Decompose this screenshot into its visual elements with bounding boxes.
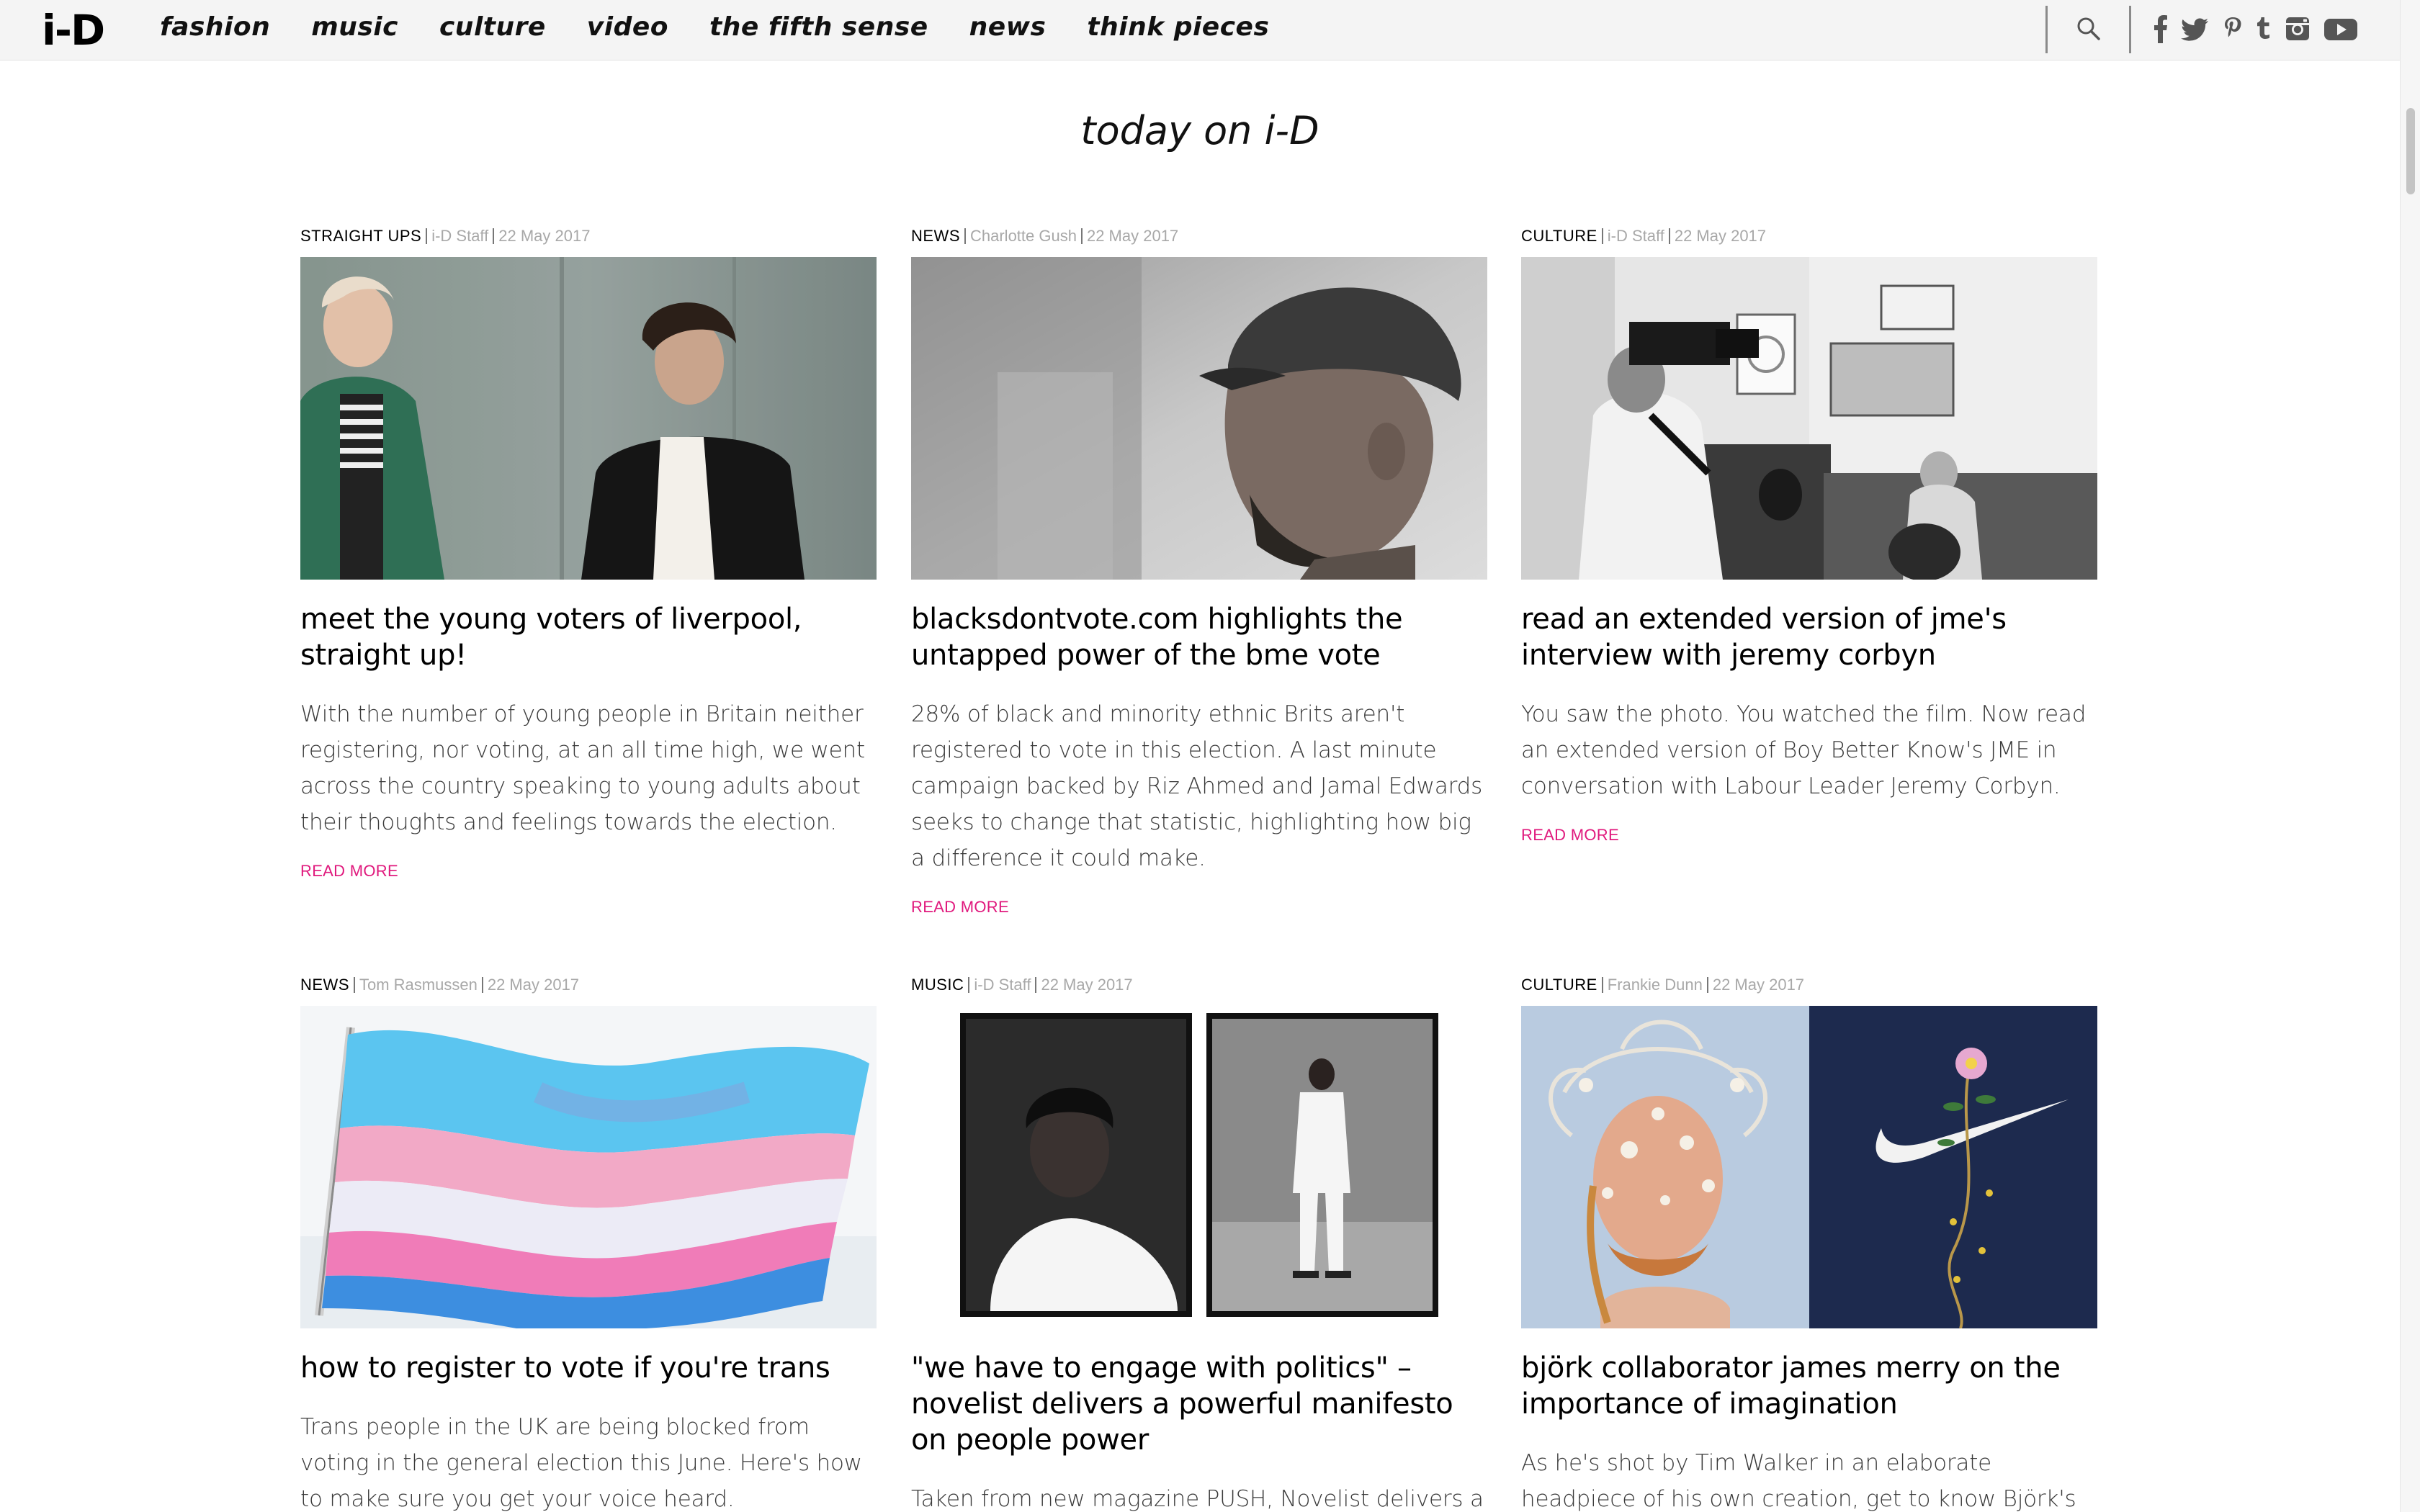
nav-item-think-pieces[interactable]: think pieces — [1087, 10, 1269, 45]
social-links — [2154, 13, 2371, 45]
main-nav: fashion music culture video the fifth se… — [160, 10, 1310, 45]
article-date: 22 May 2017 — [1041, 976, 1133, 994]
article-excerpt: Taken from new magazine PUSH, Novelist d… — [911, 1486, 1484, 1512]
article-card: STRAIGHT UPS i-D Staff 22 May 2017 meet … — [300, 225, 877, 881]
search-button[interactable] — [2074, 14, 2103, 43]
article-excerpt: Trans people in the UK are being blocked… — [300, 1414, 862, 1512]
nav-divider — [2045, 6, 2048, 53]
top-navigation-bar: i-D fashion music culture video the fift… — [0, 0, 2400, 60]
tumblr-icon[interactable] — [2256, 13, 2272, 45]
article-headline[interactable]: blacksdontvote.com highlights the untapp… — [911, 601, 1487, 673]
pinterest-icon[interactable] — [2223, 13, 2243, 45]
read-more-link[interactable]: READ MORE — [300, 862, 398, 881]
article-excerpt: You saw the photo. You watched the film.… — [1521, 701, 2087, 799]
article-card: NEWS Tom Rasmussen 22 May 2017 how to re… — [300, 974, 877, 1512]
meta-separator — [426, 228, 428, 244]
twitter-icon[interactable] — [2181, 13, 2210, 45]
article-image[interactable] — [300, 257, 877, 580]
article-category[interactable]: STRAIGHT UPS — [300, 227, 421, 246]
read-more-link[interactable]: READ MORE — [1521, 826, 1619, 845]
meta-separator — [1035, 977, 1037, 993]
article-date: 22 May 2017 — [1674, 227, 1767, 245]
meta-separator — [493, 228, 495, 244]
article-meta: CULTURE Frankie Dunn 22 May 2017 — [1521, 974, 2097, 996]
article-author[interactable]: Tom Rasmussen — [359, 976, 478, 994]
read-more-link[interactable]: READ MORE — [911, 898, 1009, 917]
article-image[interactable] — [911, 1006, 1487, 1328]
article-card: CULTURE i-D Staff 22 May 2017 read an ex… — [1521, 225, 2097, 845]
article-category[interactable]: MUSIC — [911, 976, 964, 994]
article-card: CULTURE Frankie Dunn 22 May 2017 björk c… — [1521, 974, 2097, 1512]
article-excerpt: 28% of black and minority ethnic Brits a… — [911, 701, 1483, 871]
nav-item-culture[interactable]: culture — [439, 10, 546, 45]
youtube-icon[interactable] — [2323, 13, 2358, 45]
article-date: 22 May 2017 — [498, 227, 591, 245]
nav-divider — [2129, 6, 2131, 53]
instagram-icon[interactable] — [2285, 13, 2311, 45]
article-headline[interactable]: "we have to engage with politics" – nove… — [911, 1350, 1487, 1458]
article-excerpt: As he's shot by Tim Walker in an elabora… — [1521, 1450, 2076, 1512]
article-author[interactable]: i-D Staff — [1608, 227, 1664, 246]
article-category[interactable]: CULTURE — [1521, 227, 1597, 246]
article-meta: CULTURE i-D Staff 22 May 2017 — [1521, 225, 2097, 247]
photo-headpiece-and-sculpture — [1521, 1006, 2097, 1328]
article-date: 22 May 2017 — [1086, 227, 1179, 245]
facebook-icon[interactable] — [2154, 13, 2168, 45]
article-meta: NEWS Tom Rasmussen 22 May 2017 — [300, 974, 877, 996]
article-headline[interactable]: how to register to vote if you're trans — [300, 1350, 877, 1386]
photo-two-young-voters — [300, 257, 877, 580]
article-author[interactable]: Frankie Dunn — [1608, 976, 1703, 994]
meta-separator — [354, 977, 355, 993]
nav-item-fashion[interactable]: fashion — [160, 10, 270, 45]
meta-separator — [1706, 977, 1708, 993]
article-image[interactable] — [1521, 257, 2097, 580]
meta-separator — [1601, 977, 1603, 993]
article-headline[interactable]: meet the young voters of liverpool, stra… — [300, 601, 877, 673]
photo-trans-pride-flag — [300, 1006, 877, 1328]
article-image[interactable] — [911, 257, 1487, 580]
article-category[interactable]: NEWS — [911, 227, 960, 246]
nav-item-news[interactable]: news — [969, 10, 1047, 45]
article-image[interactable] — [1521, 1006, 2097, 1328]
meta-separator — [1601, 228, 1603, 244]
photo-novelist-diptych — [911, 1006, 1487, 1328]
meta-separator — [1668, 228, 1670, 244]
article-category[interactable]: NEWS — [300, 976, 349, 994]
nav-item-video[interactable]: video — [587, 10, 668, 45]
article-meta: MUSIC i-D Staff 22 May 2017 — [911, 974, 1487, 996]
article-category[interactable]: CULTURE — [1521, 976, 1597, 994]
article-date: 22 May 2017 — [487, 976, 580, 994]
article-author[interactable]: i-D Staff — [431, 227, 488, 246]
article-card: MUSIC i-D Staff 22 May 2017 "we have to … — [911, 974, 1487, 1512]
meta-separator — [1080, 228, 1083, 244]
article-excerpt: With the number of young people in Brita… — [300, 701, 865, 835]
meta-separator — [968, 977, 970, 993]
article-author[interactable]: i-D Staff — [974, 976, 1031, 994]
article-card: NEWS Charlotte Gush 22 May 2017 blacksdo… — [911, 225, 1487, 917]
article-meta: NEWS Charlotte Gush 22 May 2017 — [911, 225, 1487, 247]
photo-man-in-cap — [911, 257, 1487, 580]
scrollbar-thumb[interactable] — [2406, 108, 2415, 194]
photo-film-crew-in-cafe — [1521, 257, 2097, 580]
meta-separator — [964, 228, 966, 244]
article-author[interactable]: Charlotte Gush — [970, 227, 1077, 246]
nav-item-the-fifth-sense[interactable]: the fifth sense — [709, 10, 928, 45]
meta-separator — [481, 977, 483, 993]
site-logo[interactable]: i-D — [42, 6, 105, 55]
nav-item-music[interactable]: music — [311, 10, 398, 45]
search-icon — [2077, 17, 2100, 40]
article-headline[interactable]: björk collaborator james merry on the im… — [1521, 1350, 2097, 1422]
page-scrollbar[interactable] — [2400, 0, 2420, 1512]
article-headline[interactable]: read an extended version of jme's interv… — [1521, 601, 2097, 673]
article-image[interactable] — [300, 1006, 877, 1328]
article-meta: STRAIGHT UPS i-D Staff 22 May 2017 — [300, 225, 877, 247]
section-title: today on i-D — [1080, 108, 1319, 153]
article-date: 22 May 2017 — [1712, 976, 1805, 994]
